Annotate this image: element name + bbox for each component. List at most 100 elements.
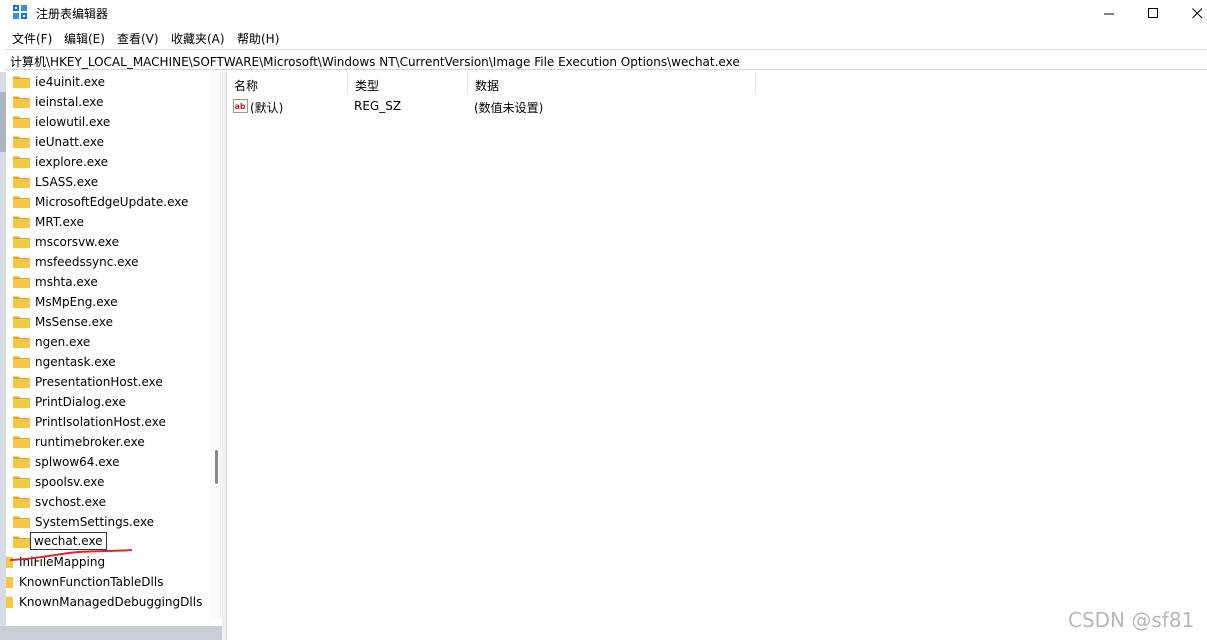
folder-icon <box>13 96 30 108</box>
taskbar-edge <box>0 626 222 640</box>
tree-item-label: SystemSettings.exe <box>35 515 155 529</box>
tree-vertical-scrollbar[interactable] <box>211 72 220 618</box>
folder-icon <box>13 356 30 368</box>
tree-item-label: PrintIsolationHost.exe <box>35 415 166 429</box>
column-header-type[interactable]: 类型 <box>348 72 468 94</box>
tree-item-label: LSASS.exe <box>35 175 99 189</box>
tree-item[interactable]: iexplore.exe <box>6 152 206 172</box>
tree-item[interactable]: MicrosoftEdgeUpdate.exe <box>6 192 206 212</box>
folder-icon <box>13 496 30 508</box>
tree-item-label: ieUnatt.exe <box>35 135 104 149</box>
menu-file[interactable]: 文件(F) <box>12 30 52 47</box>
menu-edit[interactable]: 编辑(E) <box>64 30 105 47</box>
svg-text:ab: ab <box>235 102 246 111</box>
window-title: 注册表编辑器 <box>36 7 109 21</box>
tree-item[interactable]: MRT.exe <box>6 212 206 232</box>
tree-item-label: spoolsv.exe <box>35 475 105 489</box>
tree-item[interactable]: LSASS.exe <box>6 172 206 192</box>
minimize-button[interactable] <box>1084 0 1134 26</box>
folder-icon <box>13 516 30 528</box>
value-data: (数值未设置) <box>474 101 544 115</box>
folder-icon <box>13 176 30 188</box>
tree-item[interactable]: ieUnatt.exe <box>6 132 206 152</box>
column-header-name[interactable]: 名称 <box>227 72 348 94</box>
maximize-button[interactable] <box>1128 0 1178 26</box>
tree-item[interactable]: SystemSettings.exe <box>6 512 206 532</box>
value-list[interactable]: 名称 类型 数据 ab (默认) REG_SZ (数值未设置) <box>226 72 1207 640</box>
menu-view[interactable]: 查看(V) <box>117 30 159 47</box>
tree-item-label: MsSense.exe <box>35 315 113 329</box>
tree-item-label: ieinstal.exe <box>35 95 104 109</box>
key-tree[interactable]: ie4uinit.exe ieinstal.exe ielowutil.exe … <box>6 72 221 618</box>
tree-item-label: svchost.exe <box>35 495 106 509</box>
string-value-icon: ab <box>233 99 248 113</box>
tree-item-label: splwow64.exe <box>35 455 120 469</box>
watermark: CSDN @sf81 <box>1068 608 1195 632</box>
column-header-data[interactable]: 数据 <box>468 72 756 94</box>
value-type: REG_SZ <box>354 99 402 113</box>
tree-item[interactable]: KnownFunctionTableDlls <box>6 572 206 592</box>
folder-icon <box>13 136 30 148</box>
tree-item-label: mshta.exe <box>35 275 98 289</box>
tree-item[interactable]: MsMpEng.exe <box>6 292 206 312</box>
folder-icon <box>13 436 30 448</box>
folder-icon <box>13 336 30 348</box>
address-path[interactable]: 计算机\HKEY_LOCAL_MACHINE\SOFTWARE\Microsof… <box>10 53 740 70</box>
folder-icon <box>13 396 30 408</box>
menu-help[interactable]: 帮助(H) <box>237 30 279 47</box>
folder-icon <box>13 196 30 208</box>
address-bar[interactable]: 计算机\HKEY_LOCAL_MACHINE\SOFTWARE\Microsof… <box>4 49 1207 70</box>
folder-icon <box>13 256 30 268</box>
folder-icon <box>13 476 30 488</box>
menu-favorites[interactable]: 收藏夹(A) <box>171 30 225 47</box>
tree-item-label: MsMpEng.exe <box>35 295 118 309</box>
tree-item-label: KnownFunctionTableDlls <box>19 575 164 589</box>
menu-bar: 文件(F) 编辑(E) 查看(V) 收藏夹(A) 帮助(H) <box>0 27 1207 47</box>
tree-item[interactable]: ie4uinit.exe <box>6 72 206 92</box>
folder-icon <box>13 276 30 288</box>
folder-icon <box>13 116 30 128</box>
tree-item[interactable]: PrintDialog.exe <box>6 392 206 412</box>
maximize-icon <box>1147 7 1158 18</box>
tree-horizontal-scrollbar[interactable] <box>6 618 221 626</box>
folder-icon <box>13 456 30 468</box>
tree-item[interactable]: MsSense.exe <box>6 312 206 332</box>
close-button[interactable] <box>1172 0 1207 26</box>
column-header-label: 数据 <box>475 79 500 93</box>
tree-item-label: runtimebroker.exe <box>35 435 145 449</box>
tree-item[interactable]: splwow64.exe <box>6 452 206 472</box>
minimize-icon <box>1103 13 1114 14</box>
folder-icon <box>13 536 30 548</box>
folder-icon <box>6 577 13 588</box>
tree-item-label: ngentask.exe <box>35 355 116 369</box>
registry-editor-icon <box>13 5 27 19</box>
folder-icon <box>13 236 30 248</box>
tree-item-label: iexplore.exe <box>35 155 109 169</box>
tree-item-label: ielowutil.exe <box>35 115 111 129</box>
tree-item-label: ie4uinit.exe <box>35 75 106 89</box>
tree-item-label: mscorsvw.exe <box>35 235 119 249</box>
tree-item-label: PrintDialog.exe <box>35 395 126 409</box>
tree-item-label: MRT.exe <box>35 215 84 229</box>
tree-item[interactable]: ieinstal.exe <box>6 92 206 112</box>
tree-item[interactable]: ielowutil.exe <box>6 112 206 132</box>
scrollbar-thumb[interactable] <box>215 450 218 484</box>
folder-icon <box>6 597 13 608</box>
folder-icon <box>13 376 30 388</box>
tree-item[interactable]: runtimebroker.exe <box>6 432 206 452</box>
folder-icon <box>13 416 30 428</box>
tree-item[interactable]: mscorsvw.exe <box>6 232 206 252</box>
folder-icon <box>13 156 30 168</box>
tree-item[interactable]: svchost.exe <box>6 492 206 512</box>
folder-icon <box>13 316 30 328</box>
tree-item[interactable]: KnownManagedDebuggingDlls <box>6 592 206 612</box>
value-row[interactable]: ab (默认) REG_SZ (数值未设置) <box>227 96 767 116</box>
tree-item[interactable]: ngen.exe <box>6 332 206 352</box>
title-bar: 注册表编辑器 <box>0 0 1207 26</box>
tree-item[interactable]: ngentask.exe <box>6 352 206 372</box>
tree-item[interactable]: msfeedssync.exe <box>6 252 206 272</box>
tree-item[interactable]: mshta.exe <box>6 272 206 292</box>
tree-item[interactable]: PresentationHost.exe <box>6 372 206 392</box>
tree-item[interactable]: PrintIsolationHost.exe <box>6 412 206 432</box>
tree-item[interactable]: spoolsv.exe <box>6 472 206 492</box>
